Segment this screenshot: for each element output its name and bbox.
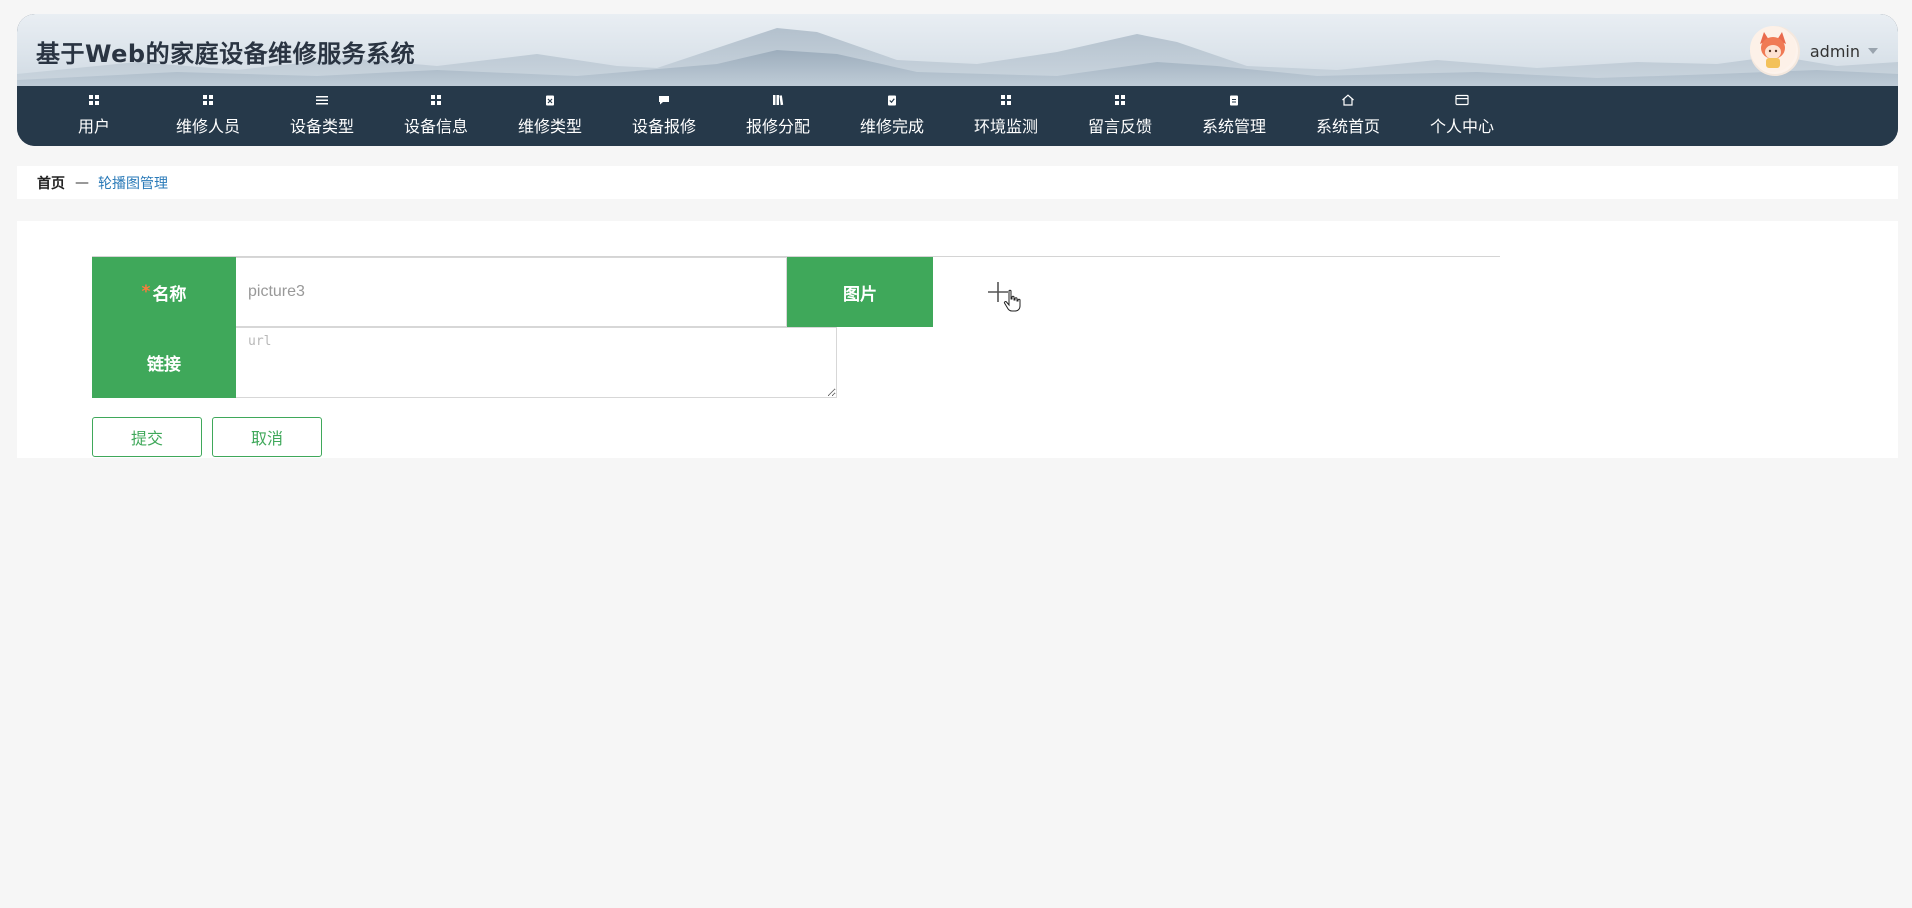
username[interactable]: admin [1810,42,1860,61]
nav-item-users[interactable]: 用户 [37,86,151,146]
grid-icon [1115,95,1125,105]
link-textarea[interactable] [236,327,837,398]
breadcrumb-home[interactable]: 首页 [37,173,65,193]
name-label: 名称 [152,284,187,305]
main-nav: 用户 维修人员 设备类型 设备信息 维修类型 设备报修 报修分配 维修完成 环境… [17,86,1898,146]
link-label: 链接 [147,355,181,375]
nav-item-label: 留言反馈 [1087,117,1152,136]
image-label-cell: 图片 [787,257,933,327]
hand-cursor-icon [1003,289,1021,312]
caret-down-icon[interactable] [1868,48,1878,54]
nav-item-label: 维修完成 [859,117,924,136]
nav-item-personal-center[interactable]: 个人中心 [1405,86,1519,146]
nav-item-system-management[interactable]: 系统管理 [1177,86,1291,146]
nav-item-label: 维修类型 [517,117,582,136]
grid-icon [89,95,99,105]
form-panel: * 名称 图片 链接 提交 取消 [17,221,1898,458]
site-title: 基于Web的家庭设备维修服务系统 [36,40,416,68]
nav-item-label: 设备类型 [289,117,354,136]
name-input[interactable] [236,257,787,327]
required-mark: * [141,282,151,302]
breadcrumb: 首页 — 轮播图管理 [17,166,1898,199]
clipboard-check-icon [888,95,896,106]
card-icon [1455,94,1469,106]
clipboard-icon [1230,95,1238,106]
nav-item-repair-staff[interactable]: 维修人员 [151,86,265,146]
books-icon [773,95,784,106]
image-upload[interactable] [933,257,1500,327]
avatar[interactable] [1749,26,1800,76]
cancel-button[interactable]: 取消 [212,417,322,457]
name-label-cell: * 名称 [92,257,236,327]
nav-item-label: 报修分配 [745,117,810,136]
nav-item-device-repair-request[interactable]: 设备报修 [607,86,721,146]
nav-item-label: 系统首页 [1315,117,1380,136]
user-menu[interactable]: admin [1749,26,1878,76]
nav-item-feedback[interactable]: 留言反馈 [1063,86,1177,146]
clipboard-x-icon [546,95,554,106]
nav-item-device-info[interactable]: 设备信息 [379,86,493,146]
nav-item-label: 个人中心 [1429,117,1494,136]
avatar-image [1749,26,1796,72]
nav-item-environment-monitoring[interactable]: 环境监测 [949,86,1063,146]
list-icon [316,96,328,105]
nav-item-system-home[interactable]: 系统首页 [1291,86,1405,146]
nav-item-label: 维修人员 [175,117,240,136]
nav-item-repair-types[interactable]: 维修类型 [493,86,607,146]
nav-item-label: 设备报修 [631,117,696,136]
nav-item-repair-assignment[interactable]: 报修分配 [721,86,835,146]
nav-item-label: 设备信息 [403,117,468,136]
grid-icon [431,95,441,105]
nav-item-label: 系统管理 [1201,117,1266,136]
grid-icon [203,95,213,105]
home-icon [1342,94,1354,106]
image-label: 图片 [843,284,877,305]
chat-icon [659,96,669,105]
header-banner: 基于Web的家庭设备维修服务系统 admin [17,14,1898,86]
nav-item-device-types[interactable]: 设备类型 [265,86,379,146]
breadcrumb-separator: — [75,174,89,191]
breadcrumb-current: 轮播图管理 [98,175,168,192]
grid-icon [1001,95,1011,105]
nav-item-label: 用户 [77,117,110,136]
nav-item-repair-complete[interactable]: 维修完成 [835,86,949,146]
header: 基于Web的家庭设备维修服务系统 admin 用户 维修人员 设备类型 设备信息… [17,14,1898,146]
link-label-cell: 链接 [92,327,236,398]
nav-item-label: 环境监测 [973,117,1038,136]
submit-button[interactable]: 提交 [92,417,202,457]
